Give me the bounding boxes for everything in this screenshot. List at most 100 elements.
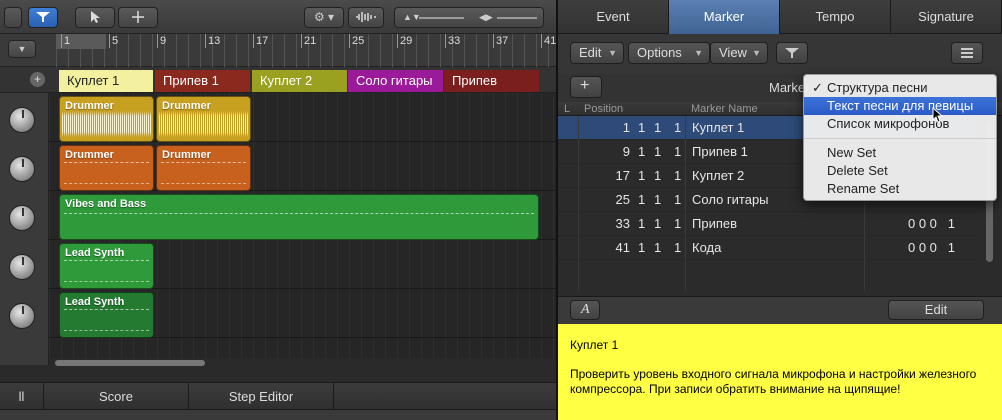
midi-region[interactable]: Lead Synth xyxy=(59,243,154,289)
options-label: Options xyxy=(637,45,682,60)
cell-div: 1 xyxy=(654,120,662,135)
menu-item-label: Структура песни xyxy=(827,80,928,95)
bottom-strip xyxy=(0,410,556,420)
menu-item-lyrics[interactable]: Текст песни для певицы xyxy=(804,97,996,115)
marker-label: Куплет 2 xyxy=(260,73,313,88)
pan-knob[interactable] xyxy=(9,156,35,182)
bar-number: 33 xyxy=(445,34,460,48)
cell-div: 1 xyxy=(654,216,662,231)
tab-step-editor[interactable]: Step Editor xyxy=(189,383,334,411)
waveform-zoom-button[interactable] xyxy=(348,7,384,28)
vertical-zoom-slider[interactable] xyxy=(419,17,464,19)
filter-icon xyxy=(36,12,50,22)
add-marker-icon[interactable]: + xyxy=(30,72,45,87)
pan-knob[interactable] xyxy=(9,254,35,280)
tab-score[interactable]: Score xyxy=(44,383,189,411)
bar-number: 13 xyxy=(205,34,220,48)
filter-button[interactable] xyxy=(776,42,808,64)
table-row[interactable]: 33 1 1 1 Припев 0 0 0 1 xyxy=(558,212,978,236)
marker-region[interactable]: Куплет 1 xyxy=(59,70,153,92)
menu-item-song-structure[interactable]: ✓ Структура песни xyxy=(804,79,996,97)
tab-piano-roll[interactable]: ll xyxy=(0,383,44,411)
column-marker-name[interactable]: Marker Name xyxy=(691,102,758,116)
menu-separator xyxy=(804,138,996,139)
filter-button[interactable] xyxy=(28,7,58,28)
edit-menu-button[interactable]: Edit ▼ xyxy=(570,42,624,64)
options-menu-button[interactable]: Options ▼ xyxy=(628,42,710,64)
menu-item-new-set[interactable]: New Set xyxy=(804,144,996,162)
cell-tick: 1 xyxy=(674,240,682,255)
cell-beat: 1 xyxy=(638,168,646,183)
column-divider xyxy=(685,116,686,291)
bar-number: 21 xyxy=(301,34,316,48)
marker-label: Куплет 1 xyxy=(67,73,120,88)
midi-region[interactable]: Lead Synth xyxy=(59,292,154,338)
cell-beat: 1 xyxy=(638,120,646,135)
marker-label: Припев 1 xyxy=(163,73,219,88)
settings-button[interactable]: ⚙ ▾ xyxy=(304,7,344,28)
bar-number: 41 xyxy=(541,34,556,48)
cell-name: Припев 1 xyxy=(692,144,748,159)
region-name: Drummer xyxy=(65,149,114,161)
midi-region[interactable]: Drummer xyxy=(156,145,251,191)
bar-number: 1 xyxy=(61,34,70,48)
text-style-button[interactable]: A xyxy=(570,300,600,320)
marker-region[interactable]: Припев 1 xyxy=(155,70,250,92)
horizontal-scrollbar[interactable] xyxy=(49,358,556,368)
bar-ruler[interactable]: ▼ 1 5 9 13 17 21 25 29 33 37 41 xyxy=(0,34,556,67)
menu-item-delete-set[interactable]: Delete Set xyxy=(804,162,996,180)
column-position[interactable]: Position xyxy=(584,102,623,116)
pointer-tool-button[interactable] xyxy=(75,7,115,28)
pan-knob[interactable] xyxy=(9,303,35,329)
notes-edit-button[interactable]: Edit xyxy=(888,300,984,320)
marker-notes[interactable]: Куплет 1 Проверить уровень входного сигн… xyxy=(558,324,1002,420)
menu-item-label: Delete Set xyxy=(827,163,888,178)
tab-marker[interactable]: Marker xyxy=(669,0,780,34)
horizontal-zoom-slider[interactable] xyxy=(497,17,537,19)
menu-item-label: Rename Set xyxy=(827,181,900,196)
tab-event[interactable]: Event xyxy=(558,0,669,34)
tracks-grid[interactable]: Drummer Drummer Drummer Drummer Vibes an… xyxy=(49,93,556,365)
region-name: Vibes and Bass xyxy=(65,198,147,210)
cell-beat: 1 xyxy=(638,216,646,231)
cell-tick: 1 xyxy=(674,144,682,159)
catch-button[interactable] xyxy=(4,7,22,28)
cell-bar: 9 xyxy=(622,144,630,159)
marker-region[interactable]: Соло гитары xyxy=(348,70,443,92)
zoom-sliders[interactable]: ▲▼ ◀▶ xyxy=(394,7,544,28)
table-row[interactable]: 41 1 1 1 Кода 0 0 0 1 xyxy=(558,236,978,260)
cell-name: Куплет 1 xyxy=(692,120,745,135)
bar-number: 29 xyxy=(397,34,412,48)
midi-region[interactable]: Vibes and Bass xyxy=(59,194,539,240)
text-icon: A xyxy=(581,302,590,317)
marker-region[interactable]: Припев xyxy=(444,70,539,92)
edit-label: Edit xyxy=(579,45,602,60)
cell-beat: 1 xyxy=(638,240,646,255)
tab-tempo[interactable]: Tempo xyxy=(780,0,891,34)
cell-tick: 1 xyxy=(674,192,682,207)
cell-name: Припев xyxy=(692,216,738,231)
horizontal-zoom-icon: ◀▶ xyxy=(479,12,493,22)
pan-knob[interactable] xyxy=(9,107,35,133)
menu-item-mic-list[interactable]: Список микрофонов xyxy=(804,115,996,133)
cell-tick: 1 xyxy=(674,168,682,183)
pencil-tool-button[interactable] xyxy=(118,7,158,28)
list-view-button[interactable] xyxy=(951,42,983,64)
audio-region[interactable]: Drummer xyxy=(59,96,154,142)
bar-number: 5 xyxy=(109,34,118,48)
audio-region[interactable]: Drummer xyxy=(156,96,251,142)
collapse-button[interactable]: ▼ xyxy=(8,40,36,58)
arrow-icon xyxy=(91,11,100,23)
scrollbar-thumb[interactable] xyxy=(55,360,205,366)
cell-beat: 1 xyxy=(638,144,646,159)
view-menu-button[interactable]: View ▼ xyxy=(710,42,768,64)
bar-number: 9 xyxy=(157,34,166,48)
region-name: Lead Synth xyxy=(65,247,125,259)
add-marker-button[interactable]: + xyxy=(570,76,602,98)
tab-signature[interactable]: Signature xyxy=(891,0,1002,34)
marker-region[interactable]: Куплет 2 xyxy=(252,70,347,92)
midi-region[interactable]: Drummer xyxy=(59,145,154,191)
pan-knob[interactable] xyxy=(9,205,35,231)
menu-item-rename-set[interactable]: Rename Set xyxy=(804,180,996,198)
column-l[interactable]: L xyxy=(564,102,570,116)
